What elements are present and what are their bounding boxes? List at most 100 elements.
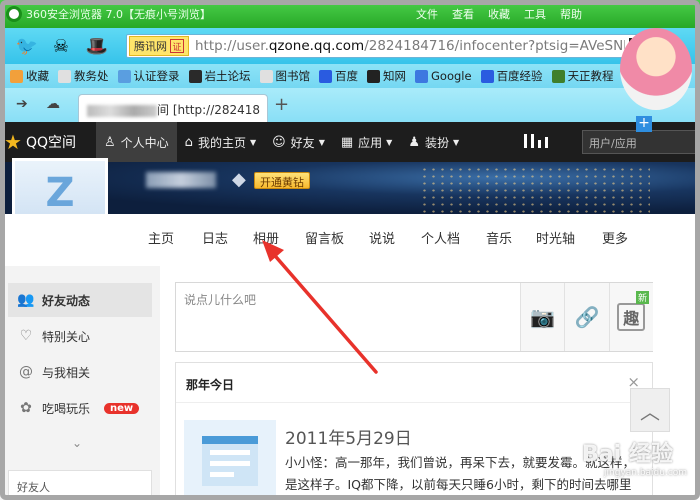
new-tab-button[interactable]: +	[274, 94, 289, 115]
link-icon[interactable]: 🔗	[564, 283, 609, 351]
new-badge: new	[104, 402, 140, 414]
sidebar-item[interactable]: ✿ 吃喝玩乐 new	[8, 391, 152, 425]
back-icon[interactable]: 🐦	[14, 33, 40, 59]
bookmark-item[interactable]: 知网	[367, 68, 406, 84]
profile-nav-item[interactable]: 留言板	[305, 228, 344, 247]
nav-glyph-icon: ♟	[408, 134, 420, 150]
profile-nav-item[interactable]: 音乐	[486, 228, 512, 247]
window-title: 360安全浏览器 7.0【无痕小号浏览】	[26, 8, 211, 21]
post-tools: 📷 🔗 趣 新	[520, 283, 653, 351]
menu-view[interactable]: 查看	[452, 6, 474, 22]
sidebar-item-icon: ♡	[19, 328, 33, 344]
qzone-nav-item[interactable]: ▦ 应用 ▼	[333, 122, 400, 162]
bookmark-item[interactable]: 百度经验	[480, 68, 543, 84]
post-placeholder: 说点儿什么吧	[184, 293, 257, 307]
bookmark-item[interactable]: 图书馆	[259, 68, 310, 84]
bookmark-icon	[58, 69, 71, 83]
tab-title-blurred	[87, 104, 157, 117]
profile-nav-item[interactable]: 说说	[369, 228, 395, 247]
qzone-nav-item[interactable]: ♟ 装扮 ▼	[400, 122, 467, 162]
nav-glyph-icon: ▦	[340, 134, 354, 150]
bookmarks-bar: 收藏教务处认证登录岩土论坛图书馆百度知网Google百度经验天正教程CNKI	[0, 64, 700, 88]
browser-toolbar: 🐦 ☠ 🎩 腾讯网 证 http://user.qzone.qq.com/282…	[0, 28, 700, 64]
diamond-icon[interactable]: ◆	[232, 169, 246, 190]
camera-icon[interactable]: 📷	[520, 283, 565, 351]
document-icon	[202, 436, 258, 486]
browser-logo-icon	[6, 6, 22, 22]
forward-icon[interactable]: ➔	[16, 96, 28, 112]
bookmark-item[interactable]: 收藏	[10, 68, 49, 84]
qzone-tools[interactable]	[524, 134, 548, 148]
caret-down-icon: ▼	[386, 137, 393, 147]
bookmark-item[interactable]: 百度	[319, 68, 358, 84]
bookmark-icon	[415, 69, 428, 83]
expand-chevron-icon[interactable]: ⌄	[72, 436, 82, 450]
baidu-watermark-url: jingyan.baidu.com	[604, 468, 688, 478]
menu-help[interactable]: 帮助	[560, 6, 582, 22]
tab-bar: ➔ ☁ 间 [http://282418 +	[0, 88, 700, 122]
caret-down-icon: ▼	[452, 137, 460, 147]
bookmark-icon	[480, 69, 494, 83]
baidu-watermark: Bai 经验	[582, 442, 673, 467]
bookmark-icon	[367, 69, 380, 83]
profile-nav-item[interactable]: 日志	[202, 228, 228, 247]
bookmark-item[interactable]: 教务处	[58, 68, 109, 84]
qu-icon: 趣	[617, 303, 646, 331]
profile-nav: 主页 日志 相册 留言板 说说 个人档 音乐 时光轴 更多	[0, 214, 700, 260]
menu-file[interactable]: 文件	[416, 6, 438, 22]
profile-nav-item[interactable]: 更多	[602, 228, 628, 247]
certificate-icon: 证	[170, 39, 184, 53]
sidebar-item-icon: ✿	[20, 400, 32, 416]
qzone-nav: ♙ 个人中心 ⌂ 我的主页 ▼ ☺ 好友 ▼ ▦ 应用 ▼ ♟ 装扮 ▼	[96, 122, 467, 162]
tab-qzone[interactable]: 间 [http://282418	[78, 94, 268, 122]
bookmark-item[interactable]: 认证登录	[117, 68, 180, 84]
cloud-icon[interactable]: ☁	[46, 96, 60, 112]
memory-date[interactable]: 2011年5月29日	[285, 424, 412, 449]
sidebar-item[interactable]: @ 与我相关	[8, 355, 152, 389]
bookmark-item[interactable]: Google	[415, 69, 472, 83]
bookmark-icon	[10, 69, 23, 83]
open-yellow-diamond-button[interactable]: 开通黄钻	[254, 172, 310, 189]
bookmark-item[interactable]: 天正教程	[551, 68, 614, 84]
diary-thumbnail[interactable]	[184, 420, 276, 500]
profile-nav-item[interactable]: 相册	[253, 228, 279, 247]
sidebar-item[interactable]: ♡ 特别关心	[8, 319, 152, 353]
sidebar-item[interactable]: 👥 好友动态	[8, 283, 152, 317]
qzone-z-icon: Z	[45, 170, 75, 216]
caret-down-icon: ▼	[318, 137, 325, 147]
qzone-topbar: ★ QQ空间 ♙ 个人中心 ⌂ 我的主页 ▼ ☺ 好友 ▼ ▦ 应用 ▼ ♟ 装扮 ▼ 用户/应用	[0, 122, 700, 162]
qzone-nav-item[interactable]: ♙ 个人中心	[96, 122, 177, 162]
straw-hat-icon[interactable]: 🎩	[84, 33, 110, 59]
sidebar-item-icon: 👥	[17, 292, 35, 308]
friends-card[interactable]: 好友人	[8, 470, 152, 500]
mascot-widget[interactable]: +	[612, 20, 700, 132]
caret-down-icon: ▼	[249, 137, 257, 147]
qzone-nav-item[interactable]: ☺ 好友 ▼	[264, 122, 333, 162]
nav-glyph-icon: ♙	[104, 134, 116, 150]
bookmark-item[interactable]: 岩土论坛	[188, 68, 251, 84]
qzone-nav-item[interactable]: ⌂ 我的主页 ▼	[177, 122, 264, 162]
status-post-box[interactable]: 说点儿什么吧 📷 🔗 趣 新	[175, 282, 653, 352]
menu-favorites[interactable]: 收藏	[488, 6, 510, 22]
skull-icon[interactable]: ☠	[48, 33, 74, 59]
bookmark-icon	[188, 69, 202, 83]
add-icon[interactable]: +	[636, 116, 652, 132]
nav-glyph-icon: ☺	[272, 134, 286, 150]
profile-nav-item[interactable]: 时光轴	[536, 228, 575, 247]
bookmark-icon	[551, 69, 565, 83]
username-blurred	[146, 172, 216, 188]
address-bar[interactable]: 腾讯网 证 http://user.qzone.qq.com/282418471…	[126, 34, 672, 58]
user-app-search[interactable]: 用户/应用	[582, 130, 700, 154]
fun-tool-button[interactable]: 趣 新	[608, 283, 653, 351]
bookmark-icon	[319, 69, 332, 83]
menu-tools[interactable]: 工具	[524, 6, 546, 22]
new-tag: 新	[635, 291, 649, 304]
url-text[interactable]: http://user.qzone.qq.com/2824184716/info…	[195, 38, 625, 54]
site-tag[interactable]: 腾讯网 证	[129, 36, 189, 56]
qzone-logo[interactable]: ★ QQ空间	[0, 130, 96, 154]
profile-nav-item[interactable]: 主页	[148, 228, 174, 247]
browser-menu: 文件 查看 收藏 工具 帮助	[416, 6, 582, 22]
profile-nav-item[interactable]: 个人档	[421, 228, 460, 247]
bookmark-icon	[117, 69, 131, 83]
scroll-top-button[interactable]: ︿	[630, 388, 670, 432]
